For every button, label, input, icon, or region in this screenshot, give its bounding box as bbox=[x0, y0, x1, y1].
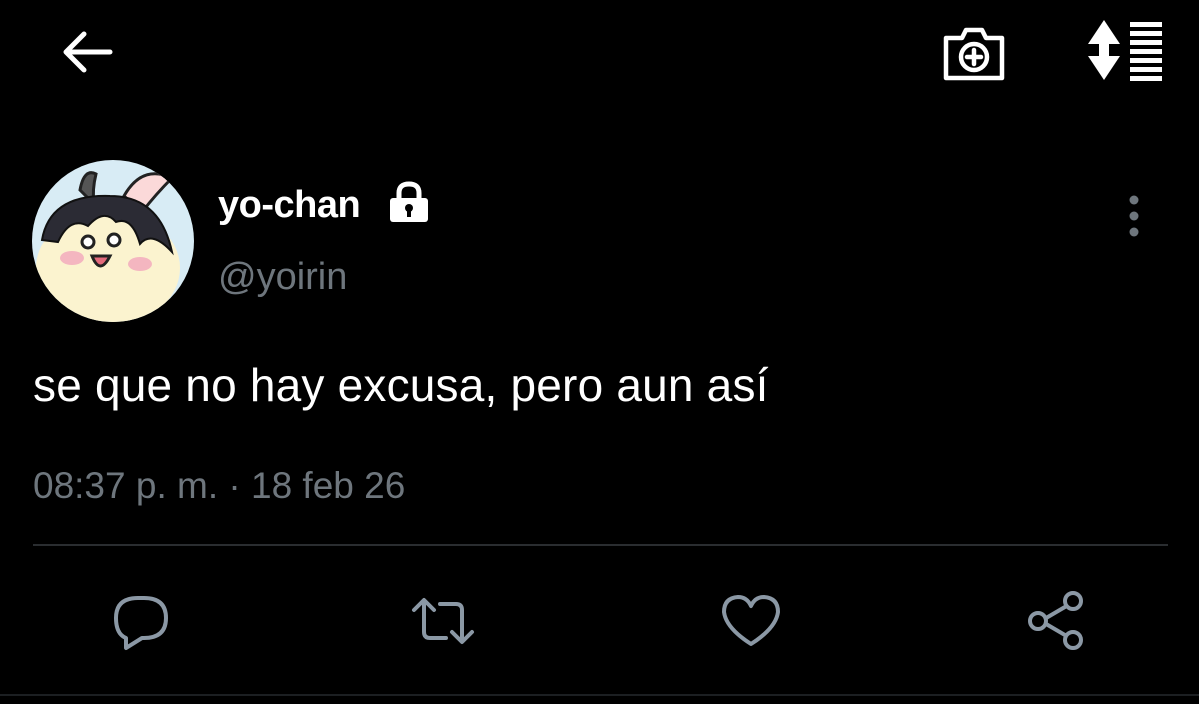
tweet-text: se que no hay excusa, pero aun así bbox=[33, 359, 769, 411]
tweet-metadata: 08:37 p. m. · 18 feb 26 bbox=[33, 465, 405, 507]
retweet-icon bbox=[412, 598, 474, 644]
sort-icon bbox=[1088, 20, 1162, 81]
camera-button[interactable] bbox=[940, 22, 1008, 84]
share-icon bbox=[1028, 591, 1083, 650]
avatar[interactable] bbox=[32, 160, 194, 322]
divider bbox=[33, 544, 1168, 546]
back-button[interactable] bbox=[58, 26, 116, 78]
retweet-button[interactable] bbox=[410, 588, 476, 654]
heart-icon bbox=[722, 595, 780, 646]
handle[interactable]: @yoirin bbox=[218, 256, 347, 299]
share-button[interactable] bbox=[1024, 586, 1090, 652]
tweet-date[interactable]: 18 feb 26 bbox=[251, 465, 405, 506]
more-vertical-icon bbox=[1129, 195, 1139, 237]
reply-icon bbox=[114, 596, 168, 650]
meta-separator: · bbox=[228, 465, 241, 506]
like-button[interactable] bbox=[718, 588, 784, 654]
sort-button[interactable] bbox=[1082, 18, 1164, 82]
avatar-image bbox=[32, 160, 194, 322]
arrow-left-icon bbox=[63, 31, 113, 73]
display-name[interactable]: yo-chan bbox=[218, 184, 361, 227]
reply-button[interactable] bbox=[108, 588, 174, 654]
lock-icon bbox=[386, 181, 432, 223]
more-options-button[interactable] bbox=[1116, 193, 1152, 239]
bottom-divider bbox=[0, 694, 1199, 696]
tweet-time[interactable]: 08:37 p. m. bbox=[33, 465, 218, 506]
camera-icon bbox=[943, 27, 1005, 81]
